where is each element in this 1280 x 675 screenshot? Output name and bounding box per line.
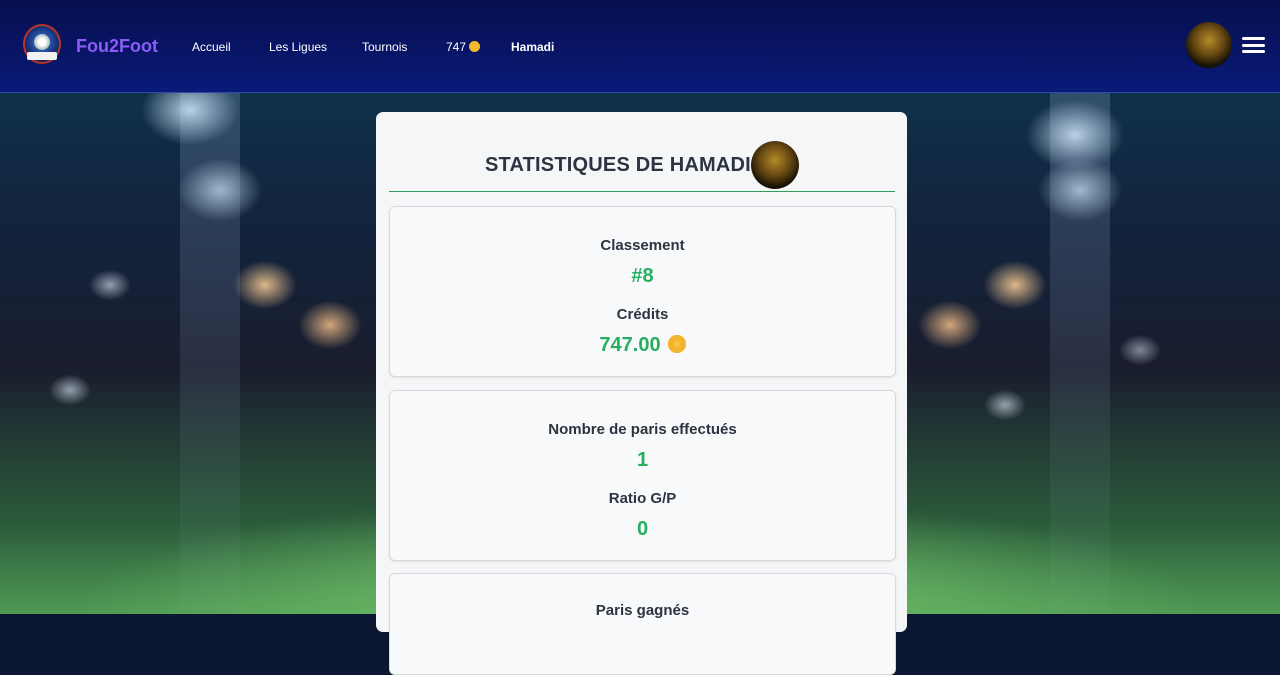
won-bets-card: Paris gagnés [389, 573, 896, 675]
credits-value: 747.00 [599, 334, 661, 356]
light-beam [1050, 90, 1110, 610]
title-divider [389, 191, 895, 192]
credits-label: Crédits [616, 306, 669, 323]
hamburger-menu-icon[interactable] [1242, 37, 1265, 53]
logo-banner [27, 52, 57, 60]
stats-panel: STATISTIQUES DE HAMADI Classement #8 Cré… [376, 112, 907, 675]
ball-icon [34, 34, 50, 50]
bets-value: 1 [636, 449, 649, 471]
brand-name[interactable]: Fou2Foot [76, 36, 158, 57]
nav-link-leagues[interactable]: Les Ligues [269, 40, 327, 54]
page-title: STATISTIQUES DE HAMADI [485, 154, 751, 176]
won-bets-label: Paris gagnés [595, 602, 690, 619]
profile-avatar [751, 141, 799, 189]
ranking-credits-card: Classement #8 Crédits 747.00 [389, 206, 896, 377]
nav-username[interactable]: Hamadi [511, 40, 554, 54]
nav-link-tournaments[interactable]: Tournois [362, 40, 407, 54]
coin-icon [667, 335, 686, 353]
ratio-label: Ratio G/P [608, 490, 677, 507]
bets-label: Nombre de paris effectués [548, 421, 737, 438]
user-avatar[interactable] [1186, 22, 1232, 68]
fou2foot-logo[interactable] [23, 24, 61, 64]
nav-link-home[interactable]: Accueil [192, 40, 231, 54]
ranking-value: #8 [631, 265, 654, 287]
bets-card: Nombre de paris effectués 1 Ratio G/P 0 [389, 390, 896, 561]
credits-count: 747 [446, 40, 467, 54]
coin-icon [469, 41, 481, 52]
nav-credits[interactable]: 747 [446, 40, 481, 54]
light-beam [180, 90, 240, 610]
navbar: Fou2Foot Accueil Les Ligues Tournois 747… [0, 0, 1280, 93]
ranking-label: Classement [600, 237, 685, 254]
credits-value-row: 747.00 [390, 334, 895, 357]
ratio-value: 0 [636, 518, 649, 540]
